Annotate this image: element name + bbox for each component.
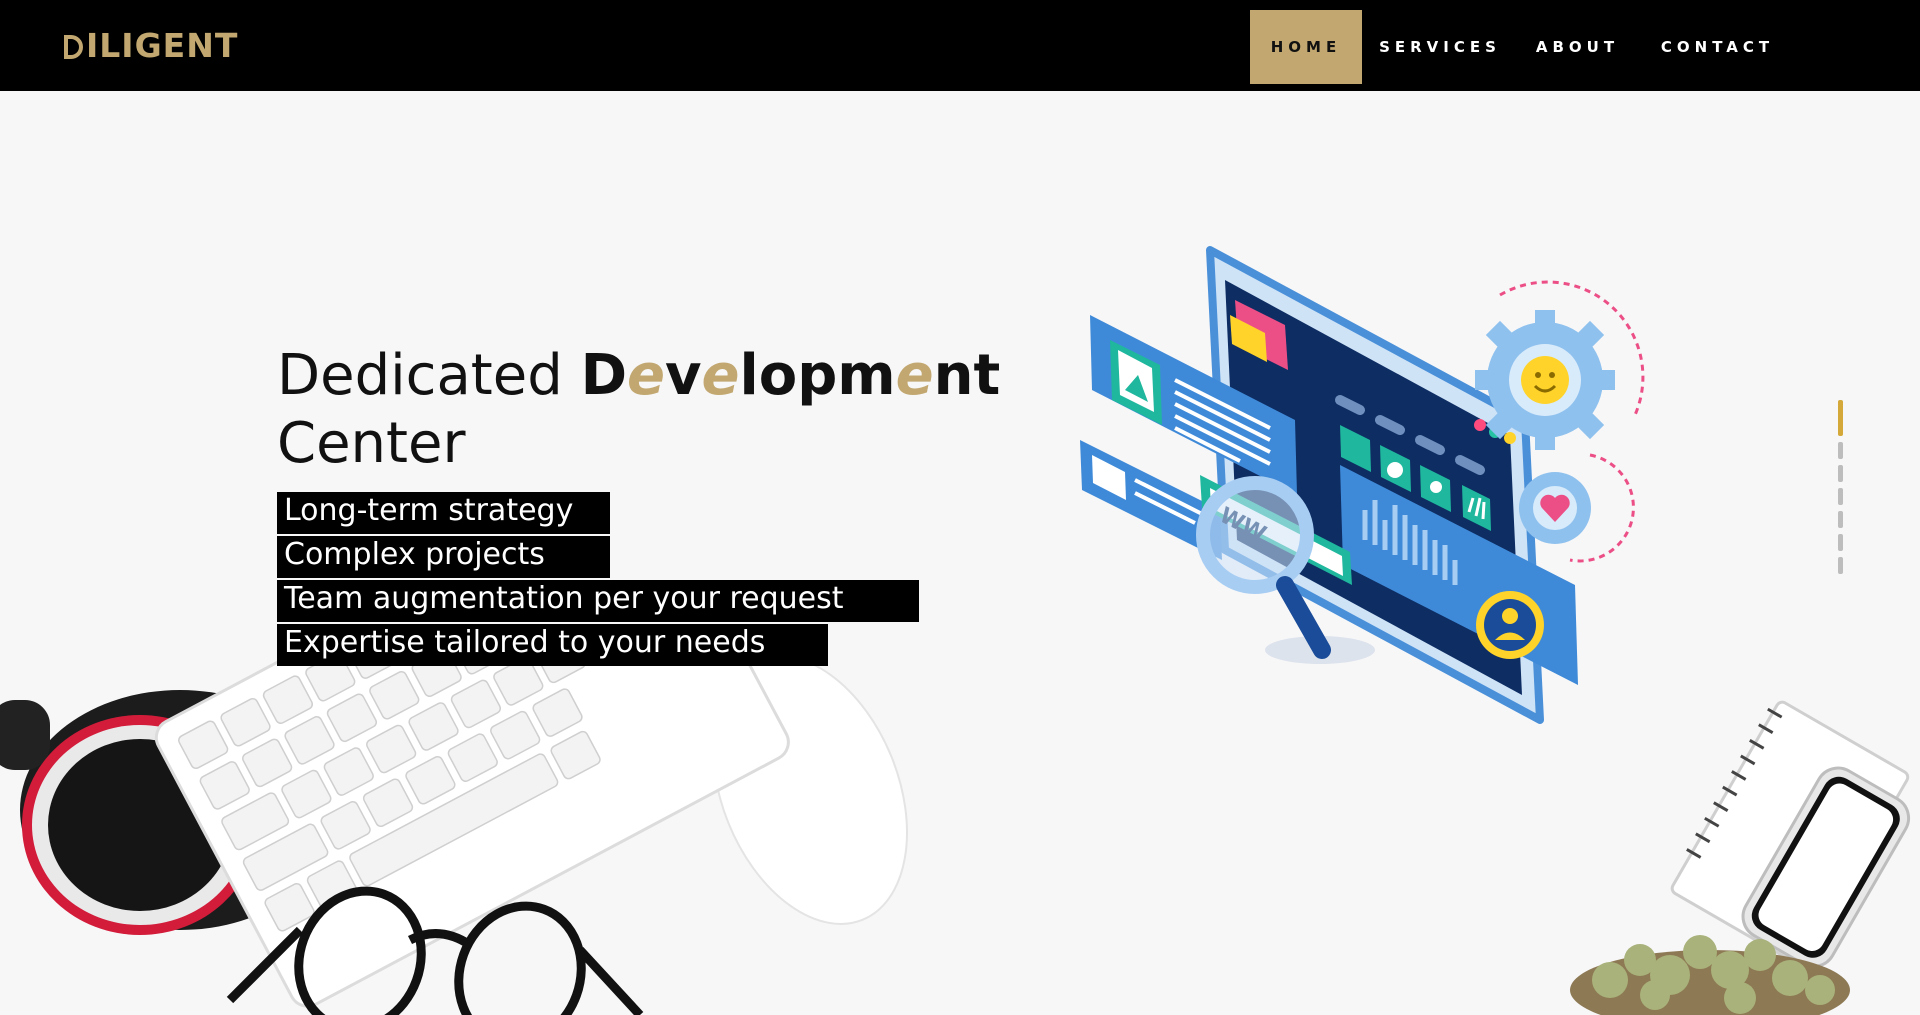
keyboard: [154, 640, 790, 1008]
nav-about[interactable]: ABOUT: [1525, 10, 1630, 84]
nav-home[interactable]: HOME: [1250, 10, 1362, 84]
pager-dot[interactable]: [1838, 442, 1843, 459]
nav-services[interactable]: SERVICES: [1375, 10, 1505, 84]
title-letter: v: [665, 343, 702, 408]
brand-logo[interactable]: ILIGENT: [62, 26, 238, 66]
title-letters: nt: [933, 343, 1001, 408]
pager-dot[interactable]: [1838, 534, 1843, 551]
desk-props-left: [0, 640, 908, 1015]
pager-dot-active[interactable]: [1838, 400, 1843, 436]
title-light: Dedicated: [277, 343, 563, 408]
dashboard-illustration: WW: [1080, 246, 1645, 724]
title-letters: lopm: [739, 343, 896, 408]
heart-gear-icon: [1519, 472, 1591, 544]
title-letter: D: [580, 343, 628, 408]
title-line2: Center: [277, 411, 466, 476]
bullet-item: Team augmentation per your request: [277, 580, 919, 622]
bullet-item: Complex projects: [277, 536, 610, 578]
hero-title: Dedicated Development Center: [277, 342, 1037, 478]
top-navbar: ILIGENT HOME SERVICES ABOUT CONTACT: [0, 0, 1920, 91]
title-letter-accent: e: [701, 343, 740, 408]
nav-contact[interactable]: CONTACT: [1655, 10, 1780, 84]
title-letter-accent: e: [895, 343, 934, 408]
gear-icon: [1475, 310, 1615, 450]
bullet-item: Expertise tailored to your needs: [277, 624, 828, 666]
pager-dot[interactable]: [1838, 465, 1843, 482]
pager-dot[interactable]: [1838, 488, 1843, 505]
title-bold: Development: [581, 343, 1001, 408]
pager-dot[interactable]: [1838, 511, 1843, 528]
title-letter-accent: e: [627, 343, 666, 408]
logo-text: ILIGENT: [86, 26, 239, 65]
logo-d-icon: [64, 35, 83, 59]
bullet-item: Long-term strategy: [277, 492, 610, 534]
pager-dot[interactable]: [1838, 557, 1843, 574]
magnifier-icon: [1196, 476, 1314, 594]
